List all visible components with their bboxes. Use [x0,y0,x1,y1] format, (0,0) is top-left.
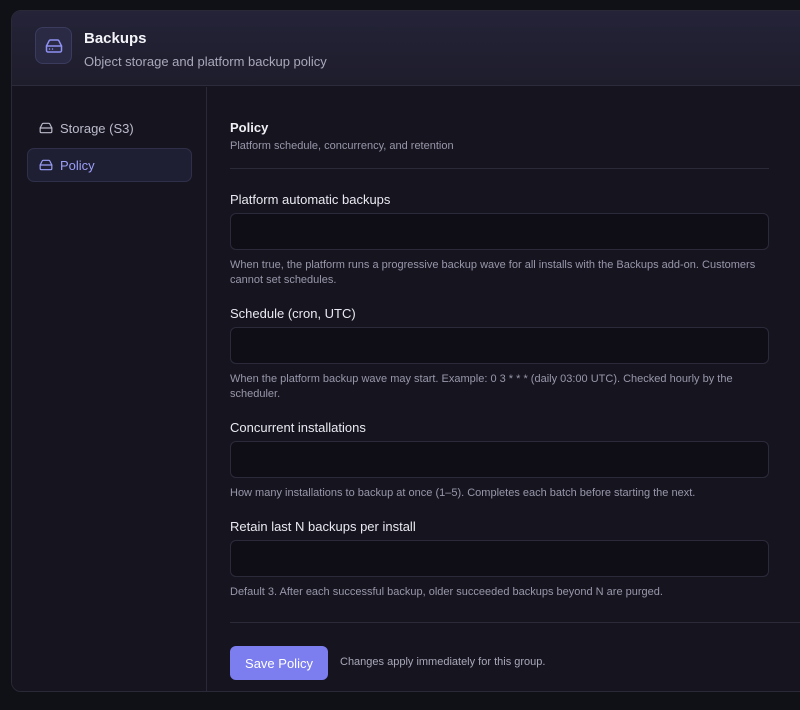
concurrent-installations-label: Concurrent installations [230,420,366,435]
panel-header: Backups Object storage and platform back… [12,11,800,86]
sidebar-item-policy[interactable]: Policy [27,148,192,182]
concurrent-installations-input[interactable] [230,441,769,478]
retain-backups-input[interactable] [230,540,769,577]
policy-content: Policy Platform schedule, concurrency, a… [208,87,800,691]
retain-backups-help: Default 3. After each successful backup,… [230,586,663,598]
platform-automatic-backups-label: Platform automatic backups [230,192,391,207]
backups-panel: Backups Object storage and platform back… [11,10,800,692]
retain-backups-label: Retain last N backups per install [230,519,416,534]
platform-automatic-backups-input[interactable] [230,213,769,250]
hard-drive-icon [39,121,53,135]
section-divider [230,168,769,169]
save-policy-button[interactable]: Save Policy [230,646,328,680]
page-title: Backups [84,30,147,47]
sidebar-item-storage[interactable]: Storage (S3) [27,111,192,145]
section-subtitle: Platform schedule, concurrency, and rete… [230,140,454,152]
sidebar-item-label: Policy [60,157,95,173]
platform-automatic-backups-help: When true, the platform runs a progressi… [230,259,756,286]
sidebar: Storage (S3) Policy [12,87,207,691]
footer-divider [230,622,800,623]
concurrent-installations-help: How many installations to backup at once… [230,487,696,499]
hard-drive-icon [39,158,53,172]
section-title: Policy [230,120,269,135]
save-note: Changes apply immediately for this group… [340,656,546,668]
schedule-cron-help: When the platform backup wave may start.… [230,373,733,400]
hard-drive-icon [35,27,72,64]
schedule-cron-label: Schedule (cron, UTC) [230,306,356,321]
page-subtitle: Object storage and platform backup polic… [84,54,327,69]
sidebar-item-label: Storage (S3) [60,120,134,136]
schedule-cron-input[interactable] [230,327,769,364]
